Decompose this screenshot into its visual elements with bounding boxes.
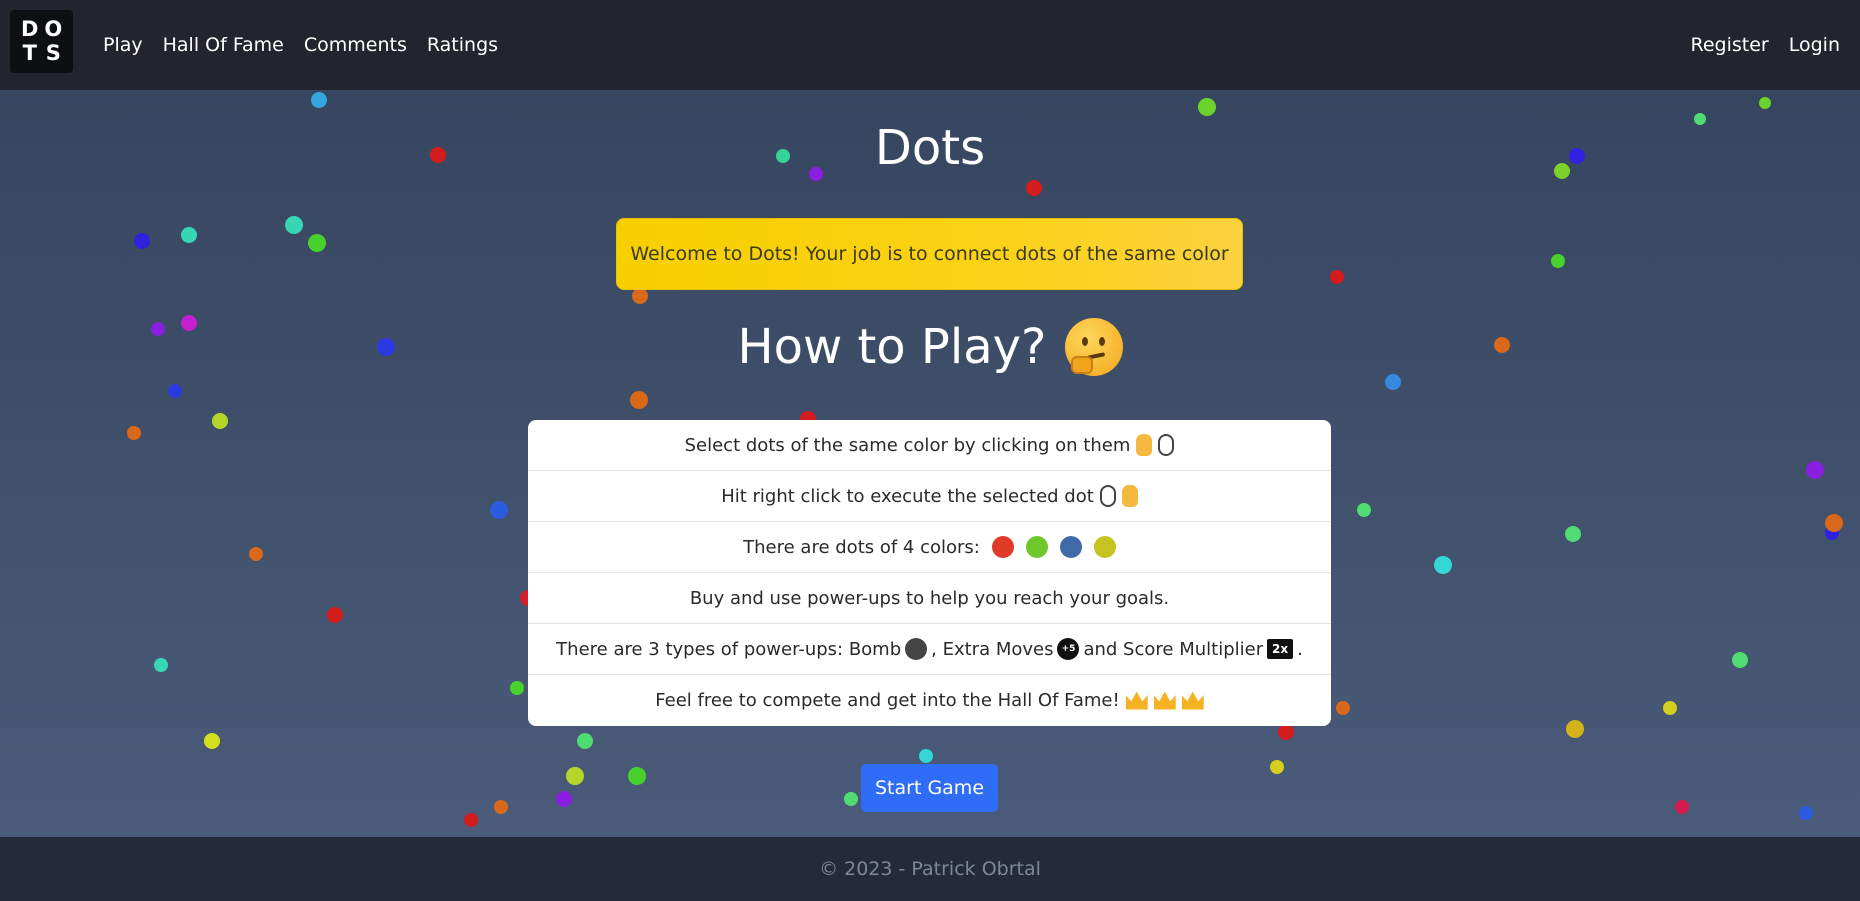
logo-letter: S bbox=[45, 40, 61, 65]
footer: © 2023 - Patrick Obrtal bbox=[0, 837, 1860, 901]
navbar: D O T S Play Hall Of Fame Comments Ratin… bbox=[0, 0, 1860, 90]
background-dot bbox=[308, 234, 326, 252]
background-dot bbox=[1270, 760, 1284, 774]
background-dot bbox=[1799, 806, 1813, 820]
background-dot bbox=[1357, 503, 1371, 517]
crown-icon bbox=[1125, 691, 1148, 710]
background-dot bbox=[127, 426, 141, 440]
nav-left: Play Hall Of Fame Comments Ratings bbox=[103, 0, 498, 90]
background-dot bbox=[1566, 720, 1584, 738]
background-dot bbox=[919, 749, 933, 763]
red-dot-icon bbox=[991, 536, 1014, 558]
background-dot bbox=[464, 813, 478, 827]
pointing-hand-icon bbox=[1121, 485, 1138, 507]
background-dot bbox=[1565, 526, 1581, 542]
blue-dot-icon bbox=[1059, 536, 1082, 558]
list-item: There are dots of 4 colors: bbox=[528, 522, 1331, 573]
list-item: Select dots of the same color by clickin… bbox=[528, 420, 1331, 471]
yellow-dot-icon bbox=[1093, 536, 1116, 558]
rule-text: Hit right click to execute the selected … bbox=[721, 485, 1094, 507]
background-dot bbox=[1551, 254, 1565, 268]
nav-login-link[interactable]: Login bbox=[1789, 34, 1840, 56]
list-item: There are 3 types of power-ups: Bomb , E… bbox=[528, 624, 1331, 675]
page-title: Dots bbox=[874, 120, 986, 176]
rule-text: Buy and use power-ups to help you reach … bbox=[689, 587, 1170, 609]
background-dot bbox=[327, 607, 343, 623]
rule-text: Select dots of the same color by clickin… bbox=[684, 434, 1131, 456]
list-item: Feel free to compete and get into the Ha… bbox=[528, 675, 1331, 726]
background-dot bbox=[630, 391, 648, 409]
logo-letter: T bbox=[22, 40, 37, 65]
crown-icon bbox=[1153, 691, 1176, 710]
background-dot bbox=[490, 501, 508, 519]
background-dot bbox=[566, 767, 584, 785]
crown-icon bbox=[1181, 691, 1204, 710]
main-content: Dots Welcome to Dots! Your job is to con… bbox=[0, 90, 1860, 837]
green-dot-icon bbox=[1025, 536, 1048, 558]
background-dot bbox=[1825, 514, 1843, 532]
welcome-alert-text: Welcome to Dots! Your job is to connect … bbox=[630, 243, 1229, 265]
nav-register-link[interactable]: Register bbox=[1691, 34, 1769, 56]
background-dot bbox=[1336, 701, 1350, 715]
background-dot bbox=[628, 767, 646, 785]
rules-list: Select dots of the same color by clickin… bbox=[528, 420, 1331, 726]
background-dot bbox=[1330, 270, 1344, 284]
background-dot bbox=[510, 681, 524, 695]
dots-logo[interactable]: D O T S bbox=[10, 10, 73, 73]
rule-text: , Extra Moves bbox=[931, 638, 1054, 660]
rule-text: There are dots of 4 colors: bbox=[743, 536, 980, 558]
nav-comments-link[interactable]: Comments bbox=[304, 34, 407, 56]
logo-letter: O bbox=[44, 17, 63, 41]
nav-hall-of-fame-link[interactable]: Hall Of Fame bbox=[163, 34, 284, 56]
rule-text: There are 3 types of power-ups: Bomb bbox=[556, 638, 902, 660]
background-dot bbox=[1759, 97, 1771, 109]
background-dot bbox=[1806, 461, 1824, 479]
background-dot bbox=[494, 800, 508, 814]
mouse-icon bbox=[1158, 434, 1175, 456]
rule-text: Feel free to compete and get into the Ha… bbox=[655, 690, 1120, 711]
background-dot bbox=[1198, 98, 1216, 116]
multiplier-icon: 2x bbox=[1267, 639, 1294, 659]
background-dot bbox=[204, 733, 220, 749]
nav-right: Register Login bbox=[1691, 0, 1841, 90]
background-dot bbox=[285, 216, 303, 234]
start-game-button[interactable]: Start Game bbox=[861, 764, 998, 812]
copyright-text: © 2023 - Patrick Obrtal bbox=[819, 858, 1041, 880]
thinking-face-icon bbox=[1064, 318, 1123, 376]
pointing-hand-icon bbox=[1136, 434, 1153, 456]
background-dot bbox=[1663, 701, 1677, 715]
nav-play-link[interactable]: Play bbox=[103, 34, 143, 56]
background-dot bbox=[1278, 724, 1294, 740]
how-to-play-heading: How to Play? bbox=[0, 318, 1860, 376]
logo-letter: D bbox=[21, 17, 39, 41]
background-dot bbox=[212, 413, 228, 429]
background-dot bbox=[168, 384, 182, 398]
background-dot bbox=[134, 233, 150, 249]
nav-ratings-link[interactable]: Ratings bbox=[427, 34, 498, 56]
background-dot bbox=[556, 791, 572, 807]
mouse-icon bbox=[1099, 485, 1116, 507]
background-dot bbox=[1732, 652, 1748, 668]
bomb-icon bbox=[905, 638, 928, 660]
background-dot bbox=[577, 733, 593, 749]
list-item: Hit right click to execute the selected … bbox=[528, 471, 1331, 522]
background-dot bbox=[1675, 800, 1689, 814]
background-dot bbox=[249, 547, 263, 561]
rule-text: and Score Multiplier bbox=[1083, 638, 1264, 660]
background-dot bbox=[1026, 180, 1042, 196]
background-dot bbox=[632, 288, 648, 304]
background-dot bbox=[844, 792, 858, 806]
background-dot bbox=[1434, 556, 1452, 574]
how-to-play-title: How to Play? bbox=[737, 319, 1047, 375]
background-dot bbox=[311, 92, 327, 108]
background-dot bbox=[154, 658, 168, 672]
list-item: Buy and use power-ups to help you reach … bbox=[528, 573, 1331, 624]
background-dot bbox=[181, 227, 197, 243]
extra-moves-icon: +5 bbox=[1057, 638, 1080, 660]
background-dot bbox=[1385, 374, 1401, 390]
welcome-alert: Welcome to Dots! Your job is to connect … bbox=[616, 218, 1243, 290]
rule-text: . bbox=[1297, 638, 1303, 660]
